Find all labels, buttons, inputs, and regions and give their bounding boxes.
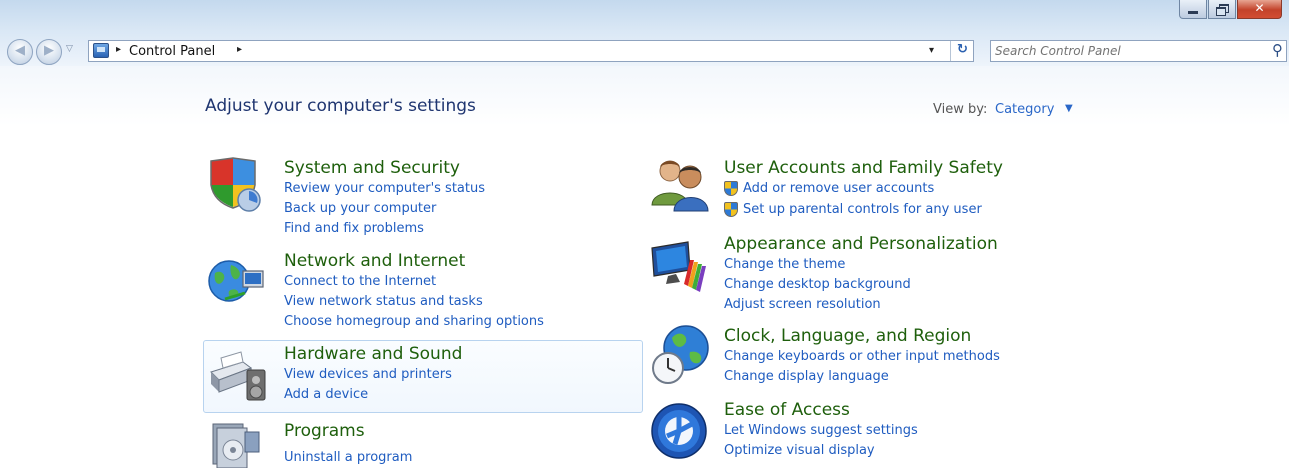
search-input[interactable] bbox=[995, 42, 1255, 60]
breadcrumb-control-panel[interactable]: Control Panel bbox=[129, 44, 215, 59]
category-title[interactable]: Network and Internet bbox=[284, 251, 465, 271]
link-screen-resolution[interactable]: Adjust screen resolution bbox=[724, 297, 881, 312]
link-review-status[interactable]: Review your computer's status bbox=[284, 181, 485, 196]
printer-speaker-icon[interactable] bbox=[207, 348, 267, 404]
recent-pages-dropdown[interactable]: ▽ bbox=[66, 44, 73, 54]
ease-of-access-icon[interactable] bbox=[650, 402, 708, 460]
forward-arrow-icon: ▶ bbox=[44, 43, 54, 58]
category-title[interactable]: Hardware and Sound bbox=[284, 344, 462, 364]
restore-button[interactable] bbox=[1208, 0, 1236, 19]
link-uninstall-program[interactable]: Uninstall a program bbox=[284, 450, 412, 465]
category-title[interactable]: User Accounts and Family Safety bbox=[724, 158, 1003, 178]
close-button[interactable]: ✕ bbox=[1237, 0, 1282, 19]
content-header-fade bbox=[0, 66, 1289, 126]
link-add-device[interactable]: Add a device bbox=[284, 387, 368, 402]
address-separator bbox=[950, 41, 951, 61]
monitor-palette-icon[interactable] bbox=[650, 240, 712, 292]
link-back-up[interactable]: Back up your computer bbox=[284, 201, 436, 216]
link-desktop-background[interactable]: Change desktop background bbox=[724, 277, 911, 292]
link-optimize-display[interactable]: Optimize visual display bbox=[724, 443, 875, 458]
category-title[interactable]: Appearance and Personalization bbox=[724, 234, 998, 254]
link-homegroup[interactable]: Choose homegroup and sharing options bbox=[284, 314, 544, 329]
link-change-theme[interactable]: Change the theme bbox=[724, 257, 845, 272]
breadcrumb-child-arrow[interactable]: ▸ bbox=[237, 44, 242, 55]
view-by-caret-icon[interactable]: ▼ bbox=[1065, 103, 1073, 114]
link-parental-controls[interactable]: Set up parental controls for any user bbox=[743, 202, 982, 217]
globe-network-icon[interactable] bbox=[205, 255, 265, 307]
link-network-status[interactable]: View network status and tasks bbox=[284, 294, 483, 309]
category-title[interactable]: Programs bbox=[284, 421, 365, 441]
link-connect-internet[interactable]: Connect to the Internet bbox=[284, 274, 436, 289]
globe-clock-icon[interactable] bbox=[648, 322, 712, 386]
window-titlebar: ✕ ◀ ▶ ▽ ▸ Control Panel ▸ ▾ ↻ ⚲ bbox=[0, 0, 1289, 66]
link-display-language[interactable]: Change display language bbox=[724, 369, 889, 384]
refresh-icon[interactable]: ↻ bbox=[957, 42, 968, 57]
page-title: Adjust your computer's settings bbox=[205, 96, 476, 116]
link-find-fix[interactable]: Find and fix problems bbox=[284, 221, 424, 236]
link-windows-suggest[interactable]: Let Windows suggest settings bbox=[724, 423, 918, 438]
minimize-icon bbox=[1188, 11, 1198, 14]
search-icon[interactable]: ⚲ bbox=[1272, 41, 1283, 59]
back-button[interactable]: ◀ bbox=[7, 39, 33, 65]
view-by-label: View by: bbox=[933, 102, 988, 117]
breadcrumb-root-arrow[interactable]: ▸ bbox=[116, 44, 121, 55]
search-box[interactable]: ⚲ bbox=[990, 40, 1287, 62]
uac-shield-icon bbox=[724, 202, 738, 217]
address-bar[interactable]: ▸ Control Panel ▸ ▾ ↻ bbox=[88, 40, 974, 62]
uac-shield-icon bbox=[724, 181, 738, 196]
minimize-button[interactable] bbox=[1179, 0, 1207, 19]
users-icon[interactable] bbox=[650, 155, 712, 213]
category-title[interactable]: System and Security bbox=[284, 158, 460, 178]
programs-icon[interactable] bbox=[207, 418, 265, 468]
caption-buttons: ✕ bbox=[1178, 0, 1282, 19]
control-panel-icon bbox=[93, 43, 109, 58]
close-icon: ✕ bbox=[1254, 1, 1265, 15]
link-add-remove-accounts[interactable]: Add or remove user accounts bbox=[743, 181, 934, 196]
category-title[interactable]: Ease of Access bbox=[724, 400, 850, 420]
view-by-dropdown[interactable]: Category bbox=[995, 102, 1054, 117]
forward-button[interactable]: ▶ bbox=[36, 39, 62, 65]
back-arrow-icon: ◀ bbox=[15, 43, 25, 58]
link-change-keyboards[interactable]: Change keyboards or other input methods bbox=[724, 349, 1000, 364]
category-title[interactable]: Clock, Language, and Region bbox=[724, 326, 971, 346]
link-devices-printers[interactable]: View devices and printers bbox=[284, 367, 452, 382]
shield-icon[interactable] bbox=[205, 155, 263, 213]
address-dropdown-icon[interactable]: ▾ bbox=[929, 45, 934, 56]
